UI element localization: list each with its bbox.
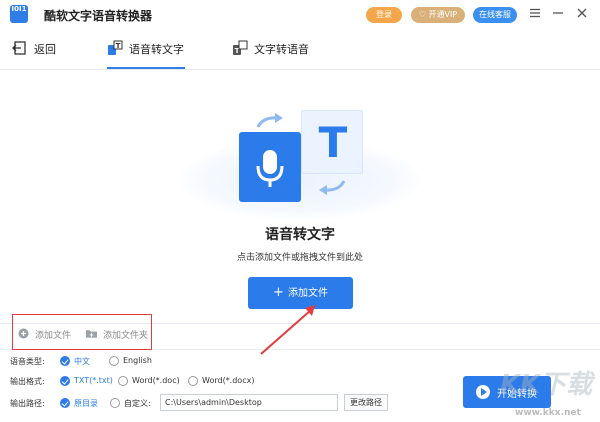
output-path-field[interactable]: C:\Users\admin\Desktop: [160, 394, 338, 411]
annotation-box: [12, 314, 152, 350]
radio-chinese[interactable]: [60, 356, 70, 366]
text-t-icon: T: [319, 118, 348, 167]
radio-txt-label: TXT(*.txt): [74, 376, 113, 385]
text-card: T: [301, 110, 363, 174]
change-path-button[interactable]: 更改路径: [344, 394, 388, 411]
radio-english[interactable]: [109, 356, 119, 366]
active-tab-indicator: [107, 67, 185, 69]
svg-text:T: T: [116, 42, 121, 50]
app-title: 酷软文字语音转换器: [44, 9, 153, 23]
plus-icon: +: [273, 285, 284, 300]
path-label: 输出路径:: [10, 399, 45, 408]
tab-bar: 返回 T 语音转文字 T 文字转语音: [0, 28, 600, 70]
drop-hint: 点击添加文件或拖拽文件到此处: [236, 253, 363, 263]
radio-doc-label: Word(*.doc): [132, 376, 180, 385]
back-label: 返回: [34, 43, 56, 56]
radio-doc[interactable]: [118, 376, 128, 386]
language-label: 语音类型:: [10, 357, 45, 366]
login-button[interactable]: 登录: [366, 7, 402, 23]
radio-docx-label: Word(*.docx): [202, 376, 255, 385]
play-icon: [476, 385, 490, 399]
format-label: 输出格式:: [10, 377, 45, 386]
svg-text:T: T: [319, 118, 348, 167]
annotation-arrow: [260, 305, 315, 355]
menu-icon[interactable]: [528, 6, 542, 20]
microphone-card: [239, 132, 301, 202]
radio-custom-dir-label: 自定义:: [124, 399, 151, 408]
vip-icon: ♡: [418, 10, 429, 19]
close-icon[interactable]: [575, 6, 589, 20]
hero-title: 语音转文字: [265, 227, 335, 243]
svg-text:KK下载: KK下载: [500, 370, 596, 400]
radio-docx[interactable]: [188, 376, 198, 386]
back-icon: [12, 41, 26, 55]
title-bar: I0I1 酷软文字语音转换器 登录 ♡ 开通VIP 在线客服: [0, 0, 600, 28]
online-service-button[interactable]: 在线客服: [473, 7, 517, 23]
radio-txt[interactable]: [60, 376, 70, 386]
minimize-icon[interactable]: [551, 6, 565, 20]
watermark-logo: KK下载: [500, 370, 596, 400]
speech-to-text-label: 语音转文字: [129, 43, 184, 56]
radio-custom-dir[interactable]: [110, 398, 120, 408]
microphone-icon: [256, 150, 284, 187]
convert-arrow-icon: [256, 113, 283, 128]
speech-to-text-icon: T: [108, 40, 123, 55]
text-to-speech-label: 文字转语音: [254, 43, 309, 56]
radio-english-label: English: [123, 356, 152, 365]
add-file-label: 添加文件: [287, 288, 328, 299]
text-to-speech-icon: T: [233, 40, 248, 55]
radio-original-dir-label: 原目录: [74, 399, 98, 408]
convert-back-arrow-icon: [319, 180, 346, 195]
app-logo: I0I1: [10, 5, 28, 23]
radio-chinese-label: 中文: [74, 357, 90, 366]
watermark-url: www.kkx.net: [515, 408, 581, 418]
vip-label: 开通VIP: [428, 10, 458, 19]
vip-button[interactable]: ♡ 开通VIP: [411, 7, 465, 23]
radio-original-dir[interactable]: [60, 398, 70, 408]
